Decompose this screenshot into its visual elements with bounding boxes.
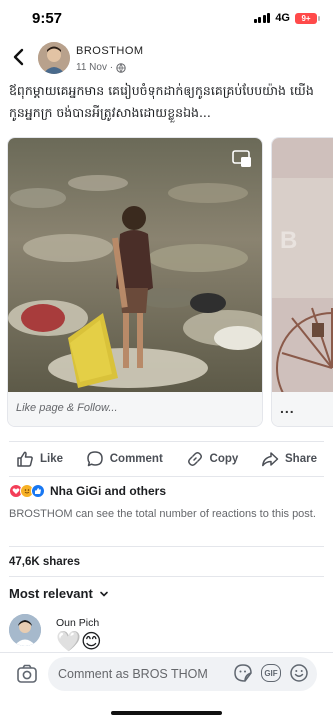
carousel-card-next[interactable]: B ... [271, 137, 333, 427]
status-bar: 9:57 4G 9+ [0, 0, 333, 36]
picture-in-picture-icon[interactable] [232, 150, 252, 168]
divider [9, 576, 324, 577]
like-reaction-icon [31, 484, 45, 498]
network-label: 4G [275, 12, 290, 24]
gif-icon[interactable]: GIF [261, 664, 281, 682]
speech-bubble-icon [87, 451, 103, 467]
post-photo[interactable] [8, 138, 263, 392]
svg-text:B: B [280, 227, 297, 254]
status-icons: 4G 9+ [253, 12, 320, 24]
shares-count[interactable]: 47,6K shares [9, 556, 80, 568]
media-carousel[interactable]: Like page & Follow... B ... [0, 137, 333, 429]
divider [9, 441, 324, 442]
comment-composer: Comment as BROS THOM GIF [0, 652, 333, 720]
chevron-left-icon[interactable] [8, 46, 30, 68]
thumbs-up-icon [17, 451, 33, 467]
like-button[interactable]: Like [16, 446, 63, 472]
battery-icon: 9+ [295, 12, 320, 24]
comment-label: Comment [109, 453, 163, 465]
home-indicator [111, 711, 222, 715]
action-bar: Like Comment Copy Share [0, 446, 333, 472]
reactions-text: Nha GiGi and others [50, 484, 167, 498]
author-avatar[interactable] [38, 42, 70, 74]
camera-icon[interactable] [16, 663, 38, 685]
post-header: BROSTHOM 11 Nov · [0, 40, 333, 80]
share-label: Share [285, 453, 317, 465]
post-text: ឪពុកម្ដាយគេអ្នកមាន គេរៀបចំទុកដាក់ឲ្យកូនគ… [9, 83, 314, 120]
signal-icon [253, 13, 271, 23]
post-photo-next[interactable]: B [272, 138, 333, 392]
post-date: 11 Nov · [76, 62, 114, 73]
composer-icons: GIF [233, 663, 309, 683]
comment-content: 🤍😊 [56, 629, 102, 653]
card2-footer: ... [272, 392, 333, 426]
copy-label: Copy [209, 453, 239, 465]
reaction-icons [9, 484, 45, 498]
commenter-avatar[interactable] [9, 614, 41, 646]
commenter-name[interactable]: Oun Pich [56, 617, 99, 629]
copy-button[interactable]: Copy [186, 446, 239, 472]
status-time: 9:57 [32, 10, 63, 27]
divider [9, 546, 324, 547]
more-options-icon[interactable]: ... [280, 400, 295, 416]
globe-icon [116, 62, 126, 73]
reactions-note: BROSTHOM can see the total number of rea… [9, 508, 316, 520]
comment-placeholder: Comment as BROS THOM [58, 667, 208, 681]
share-arrow-icon [262, 452, 279, 467]
carousel-card[interactable]: Like page & Follow... [7, 137, 263, 427]
sticker-icon[interactable] [233, 663, 253, 683]
comment-button[interactable]: Comment [86, 446, 163, 472]
card-footer-text[interactable]: Like page & Follow... [8, 392, 262, 426]
link-icon [187, 452, 202, 466]
smiley-icon[interactable] [289, 663, 309, 683]
divider [9, 476, 324, 477]
comment-input[interactable]: Comment as BROS THOM GIF [48, 657, 317, 691]
post-meta: 11 Nov · [76, 62, 126, 73]
reactions-summary[interactable]: Nha GiGi and others [9, 484, 166, 498]
like-label: Like [40, 453, 64, 465]
author-name[interactable]: BROSTHOM [76, 45, 144, 57]
share-button[interactable]: Share [261, 446, 317, 472]
comment-sort-dropdown[interactable]: Most relevant [9, 586, 109, 601]
comment-item: Oun Pich 🤍😊 [9, 612, 329, 652]
chevron-down-icon [100, 591, 108, 597]
sort-label: Most relevant [9, 586, 93, 601]
